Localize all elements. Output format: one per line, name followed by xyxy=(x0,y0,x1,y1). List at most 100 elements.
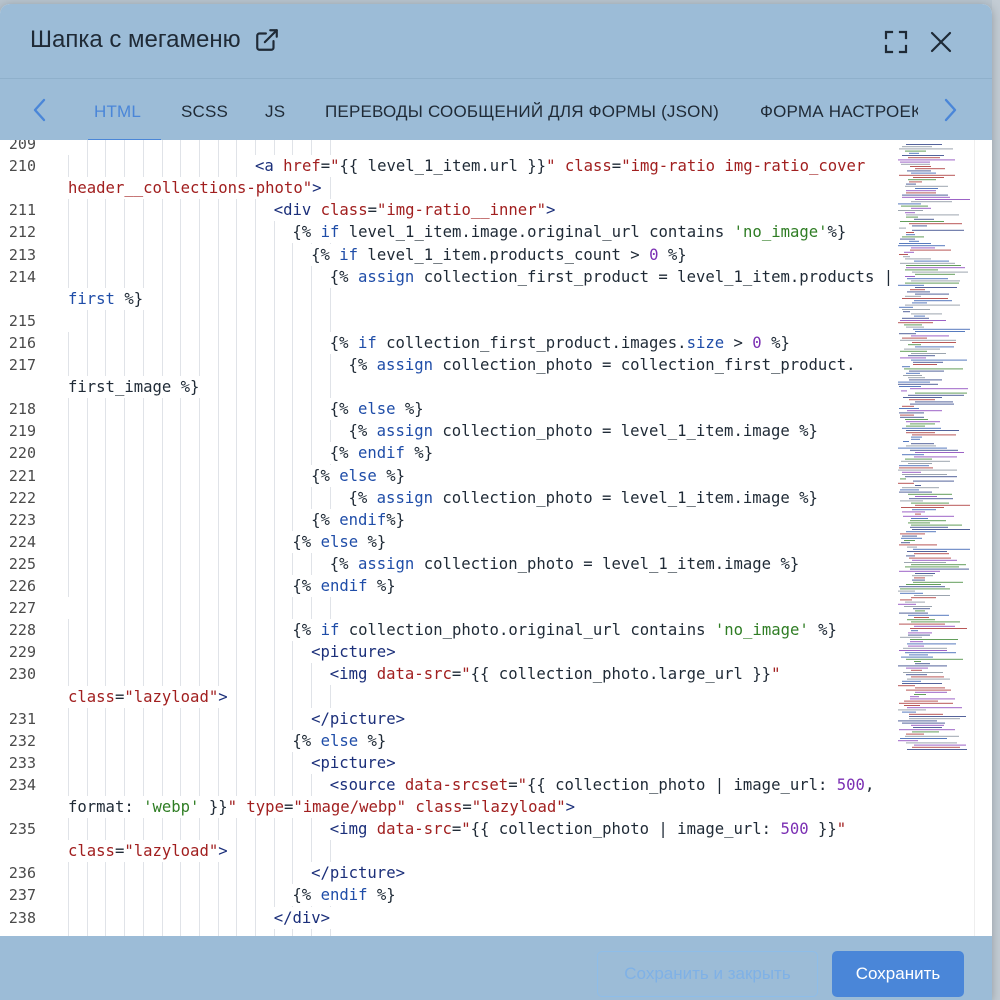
minimap-line xyxy=(911,630,918,632)
minimap-line xyxy=(899,623,945,625)
minimap-line xyxy=(906,667,928,669)
code-token: format: xyxy=(68,798,144,816)
code-line xyxy=(68,309,70,332)
minimap-line xyxy=(900,350,927,352)
minimap-line xyxy=(910,526,948,528)
save-button[interactable]: Сохранить xyxy=(832,951,964,997)
close-icon[interactable] xyxy=(929,30,953,54)
minimap-line xyxy=(903,441,909,442)
minimap-line xyxy=(898,203,921,205)
code-token: type xyxy=(246,798,284,816)
minimap-line xyxy=(909,223,962,225)
minimap-line xyxy=(910,641,923,643)
code-token: collection_first_product.images. xyxy=(376,333,687,352)
line-number: 234 xyxy=(8,775,36,794)
minimap-line xyxy=(909,557,951,559)
minimap-line xyxy=(905,735,959,737)
vertical-scrollbar[interactable] xyxy=(974,140,992,936)
minimap-line xyxy=(915,691,947,693)
minimap-line xyxy=(899,544,937,546)
minimap-line xyxy=(914,300,952,302)
minimap-line xyxy=(906,144,942,145)
minimap-line xyxy=(911,502,949,504)
code-token: " xyxy=(461,820,471,839)
code-minimap[interactable] xyxy=(894,140,974,780)
chevron-right-icon[interactable] xyxy=(938,97,962,123)
minimap-line xyxy=(910,449,958,451)
code-token: if xyxy=(357,333,377,352)
minimap-line xyxy=(898,603,916,605)
minimap-line xyxy=(906,326,924,328)
code-token: "image/webp" xyxy=(293,798,407,816)
save-and-close-button[interactable]: Сохранить и закрыть xyxy=(597,951,818,997)
tab-js[interactable]: JS xyxy=(265,79,285,141)
code-content[interactable]: <a href="{{ level_1_item.url }}" class="… xyxy=(68,140,894,936)
code-token: %} xyxy=(761,333,790,352)
code-line: </picture> xyxy=(311,862,407,885)
code-token: class xyxy=(68,687,115,706)
minimap-line xyxy=(915,392,967,394)
tab-translations-json[interactable]: ПЕРЕВОДЫ СООБЩЕНИЙ ДЛЯ ФОРМЫ (JSON) xyxy=(325,79,719,141)
minimap-line xyxy=(914,617,929,618)
minimap-line xyxy=(901,163,930,165)
minimap-line xyxy=(914,744,966,746)
minimap-line xyxy=(900,592,923,594)
code-token: "lazyload" xyxy=(124,687,219,706)
minimap-line xyxy=(898,665,947,667)
line-number: 215 xyxy=(8,311,36,330)
code-token: %} xyxy=(827,223,847,242)
minimap-line xyxy=(909,379,942,381)
minimap-line xyxy=(911,669,922,671)
tab-html[interactable]: HTML xyxy=(87,79,162,141)
code-editor[interactable]: 209 210 211 212 213 214 215 216 217 218 219 220 221 2… xyxy=(0,140,992,936)
minimap-line xyxy=(900,416,924,418)
minimap-line xyxy=(912,302,927,304)
minimap-line xyxy=(903,647,947,649)
code-token: " xyxy=(836,820,847,839)
minimap-line xyxy=(898,381,930,383)
code-line: <img data-src="{{ collection_photo.large… xyxy=(329,663,783,686)
code-token: assign xyxy=(357,267,415,286)
code-token: 'no_image' xyxy=(714,621,809,640)
code-token: = xyxy=(451,665,462,684)
tab-settings-form[interactable]: ФОРМА НАСТРОЕК xyxy=(760,79,918,141)
minimap-line xyxy=(900,262,955,264)
code-token: > xyxy=(312,179,322,198)
tab-scss[interactable]: SCSS xyxy=(181,79,228,141)
code-token: , xyxy=(864,775,875,794)
code-token: </div> xyxy=(273,908,331,927)
code-token: %} xyxy=(376,466,405,485)
minimap-line xyxy=(900,161,930,163)
minimap-line xyxy=(904,705,920,706)
minimap-line xyxy=(909,716,966,717)
chevron-left-icon[interactable] xyxy=(28,97,52,123)
minimap-line xyxy=(914,577,925,579)
code-token: collection_photo.original_url contains xyxy=(339,621,715,640)
fullscreen-icon[interactable] xyxy=(884,30,908,54)
line-number: 218 xyxy=(8,400,36,419)
code-line: <div class="img-ratio__inner"> xyxy=(273,199,558,222)
code-token: else xyxy=(339,466,377,485)
minimap-line xyxy=(901,390,907,392)
minimap-line xyxy=(915,573,935,574)
code-line: <picture> xyxy=(311,751,398,774)
minimap-line xyxy=(900,636,922,638)
code-token: {% xyxy=(329,554,349,573)
code-token: = xyxy=(114,842,125,861)
external-link-icon[interactable] xyxy=(254,27,280,53)
code-line: {% else %} xyxy=(292,530,389,553)
code-token: %} xyxy=(367,577,396,595)
line-number: 236 xyxy=(8,864,36,883)
code-token: {% xyxy=(348,488,368,507)
minimap-line xyxy=(915,663,930,665)
code-line: {% endif %} xyxy=(329,442,436,465)
minimap-line xyxy=(914,625,955,627)
code-line: {% if collection_first_product.images.si… xyxy=(329,331,792,354)
code-token: if xyxy=(320,223,340,242)
